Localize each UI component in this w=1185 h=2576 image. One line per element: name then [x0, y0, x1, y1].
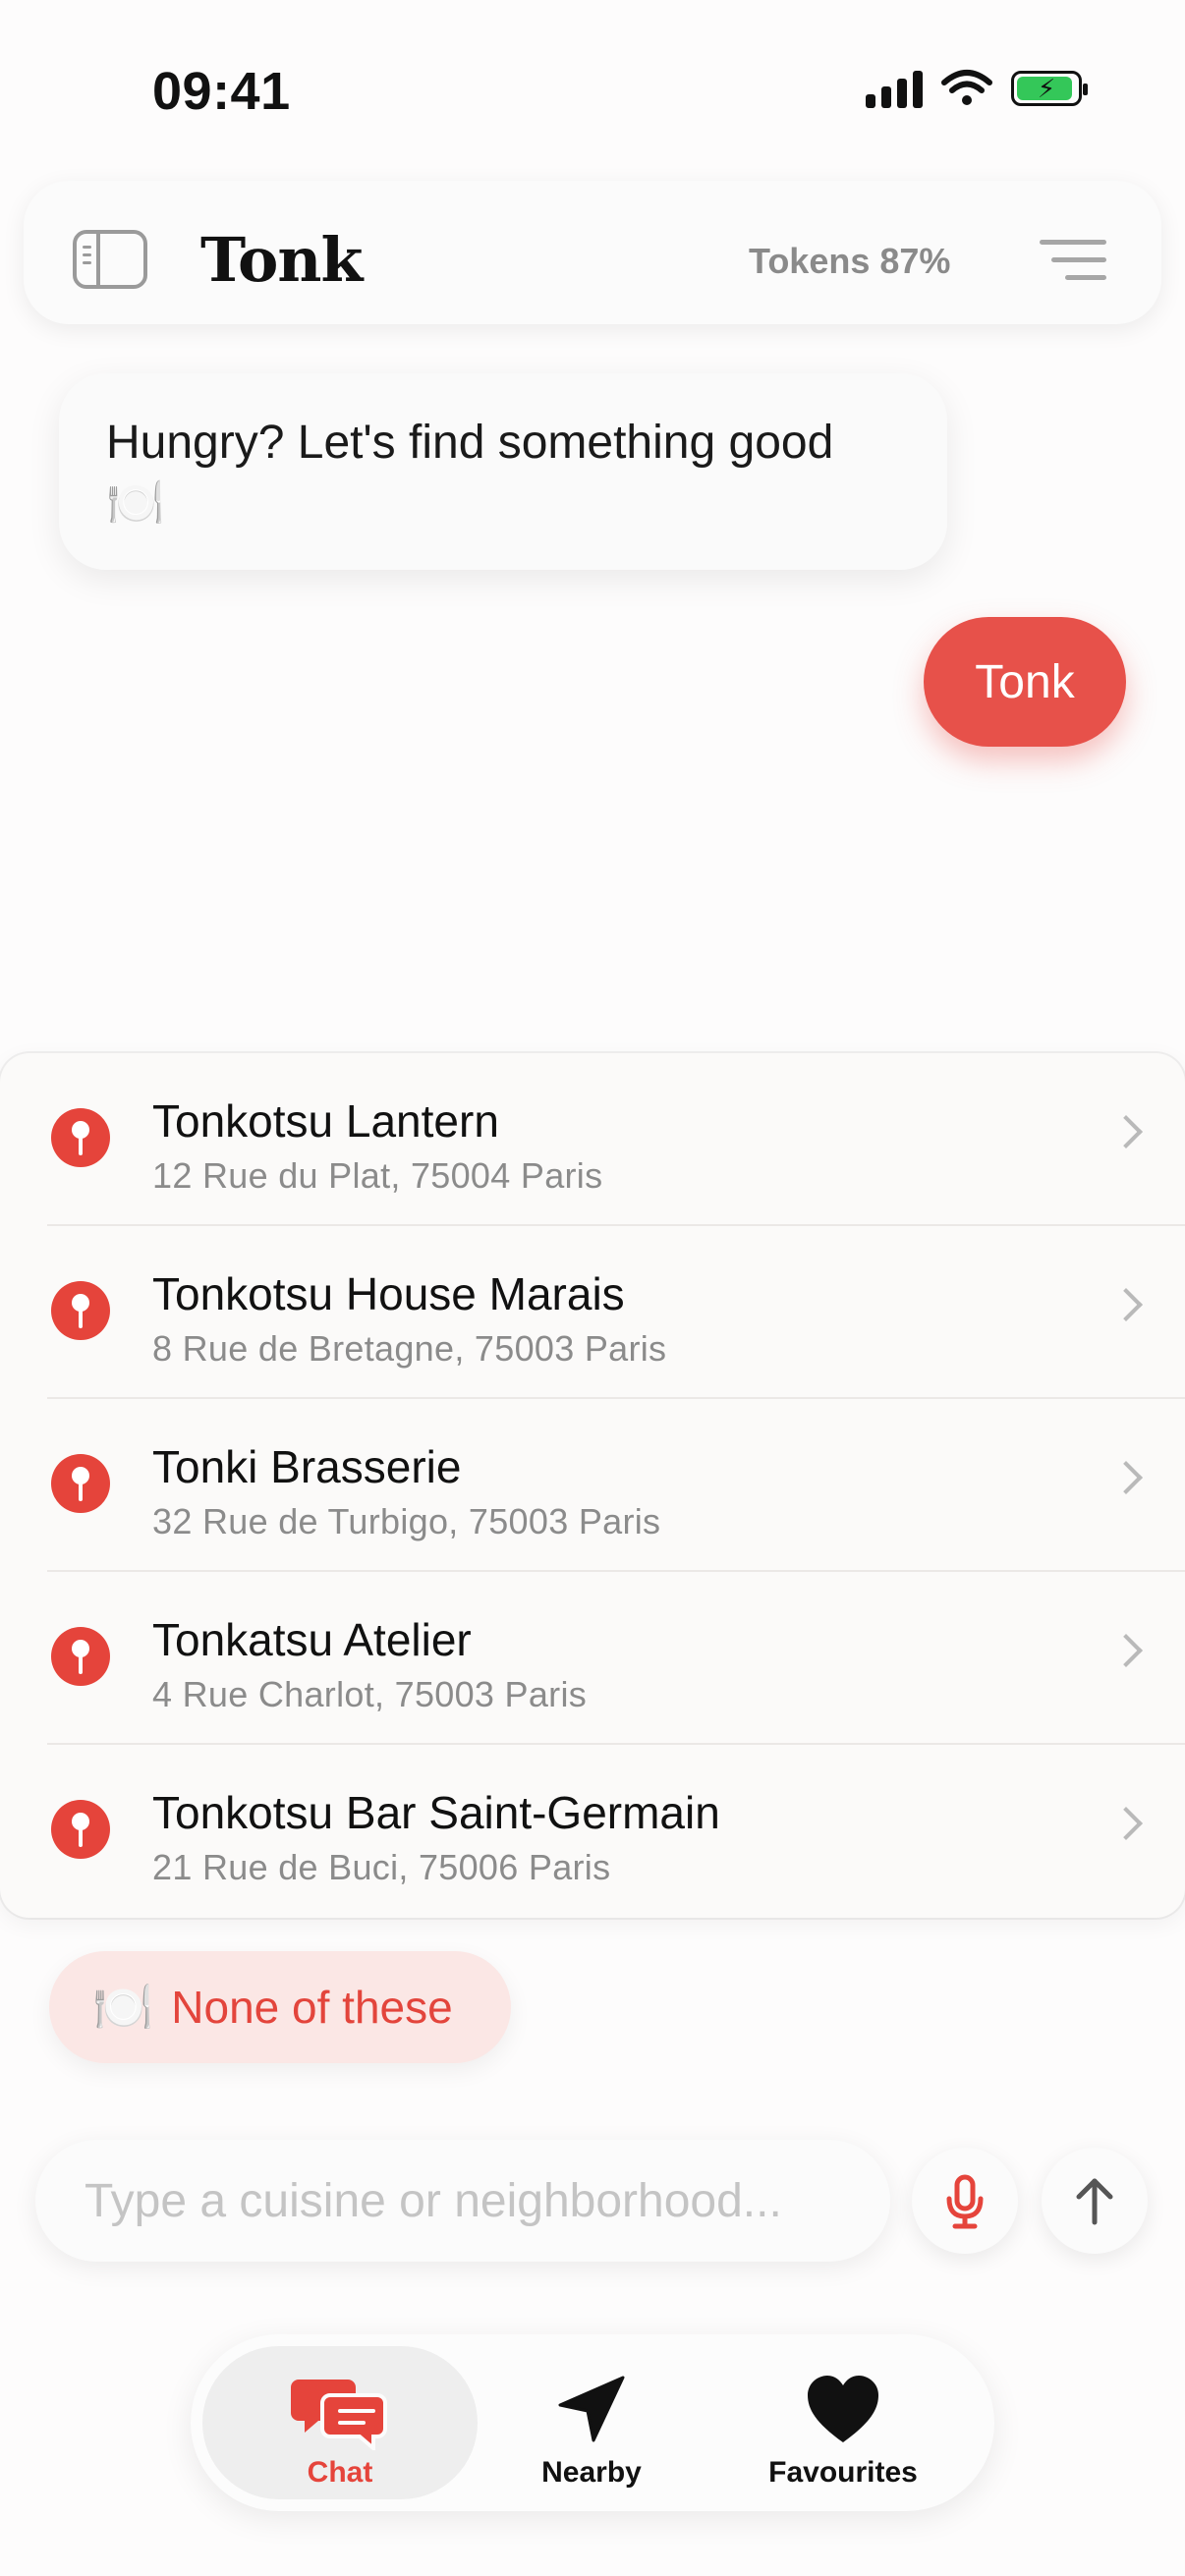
message-input[interactable] [83, 2172, 890, 2229]
list-item[interactable]: Tonkotsu Bar Saint-Germain 21 Rue de Buc… [0, 1745, 1185, 1918]
chevron-right-icon [1109, 1807, 1143, 1840]
microphone-icon [946, 2174, 984, 2229]
map-pin-icon [51, 1627, 110, 1686]
tab-nearby[interactable]: Nearby [464, 2346, 719, 2499]
map-pin-icon [51, 1800, 110, 1859]
heart-icon [808, 2376, 878, 2442]
tokens-indicator: Tokens 87% [749, 241, 951, 281]
user-message-bubble: Tonk [924, 617, 1126, 747]
send-button[interactable] [1042, 2148, 1148, 2254]
restaurant-address: 32 Rue de Turbigo, 75003 Paris [152, 1501, 661, 1541]
restaurant-address: 4 Rue Charlot, 75003 Paris [152, 1674, 588, 1714]
none-of-these-label: None of these [171, 1982, 453, 2033]
chevron-right-icon [1109, 1115, 1143, 1148]
list-item[interactable]: Tonkotsu House Marais 8 Rue de Bretagne,… [0, 1226, 1185, 1399]
message-input-container[interactable] [35, 2140, 890, 2262]
chevron-right-icon [1109, 1288, 1143, 1321]
restaurant-address: 8 Rue de Bretagne, 75003 Paris [152, 1328, 667, 1369]
sidebar-toggle-icon[interactable] [73, 230, 147, 289]
results-list: Tonkotsu Lantern 12 Rue du Plat, 75004 P… [0, 1053, 1185, 1918]
status-icons: ⚡ [866, 69, 1088, 108]
list-item[interactable]: Tonki Brasserie 32 Rue de Turbigo, 75003… [0, 1399, 1185, 1572]
map-pin-icon [51, 1281, 110, 1340]
microphone-button[interactable] [912, 2148, 1018, 2254]
list-item[interactable]: Tonkatsu Atelier 4 Rue Charlot, 75003 Pa… [0, 1572, 1185, 1745]
top-bar [24, 181, 1161, 324]
chevron-right-icon [1109, 1461, 1143, 1494]
map-pin-icon [51, 1454, 110, 1513]
app-title: Tonk [200, 224, 363, 296]
bot-message-bubble: Hungry? Let's find something good 🍽️ [59, 373, 947, 570]
status-time: 09:41 [152, 62, 291, 121]
restaurant-name: Tonkotsu House Marais [152, 1268, 625, 1319]
tab-chat[interactable]: Chat [212, 2346, 468, 2499]
arrow-up-icon [1076, 2178, 1113, 2225]
plate-cutlery-icon: 🍽️ [92, 1979, 154, 2035]
restaurant-name: Tonkotsu Bar Saint-Germain [152, 1787, 720, 1838]
restaurant-address: 21 Rue de Buci, 75006 Paris [152, 1847, 611, 1887]
chevron-right-icon [1109, 1634, 1143, 1667]
wifi-icon [941, 70, 992, 105]
tab-favourites[interactable]: Favourites [715, 2346, 971, 2499]
tab-label-chat: Chat [307, 2456, 373, 2489]
restaurant-address: 12 Rue du Plat, 75004 Paris [152, 1155, 603, 1196]
restaurant-name: Tonkotsu Lantern [152, 1095, 499, 1147]
chat-icon [291, 2380, 387, 2450]
list-item[interactable]: Tonkotsu Lantern 12 Rue du Plat, 75004 P… [0, 1053, 1185, 1226]
map-pin-icon [51, 1108, 110, 1167]
restaurant-name: Tonkatsu Atelier [152, 1614, 472, 1665]
cellular-signal-icon [866, 69, 923, 108]
tab-label-favourites: Favourites [768, 2456, 918, 2489]
restaurant-name: Tonki Brasserie [152, 1441, 462, 1492]
filter-menu-icon[interactable] [1038, 238, 1106, 283]
tab-label-nearby: Nearby [541, 2456, 642, 2489]
location-arrow-icon [558, 2376, 625, 2442]
none-of-these-button[interactable]: 🍽️ None of these [49, 1951, 511, 2063]
battery-icon: ⚡ [1011, 71, 1088, 106]
